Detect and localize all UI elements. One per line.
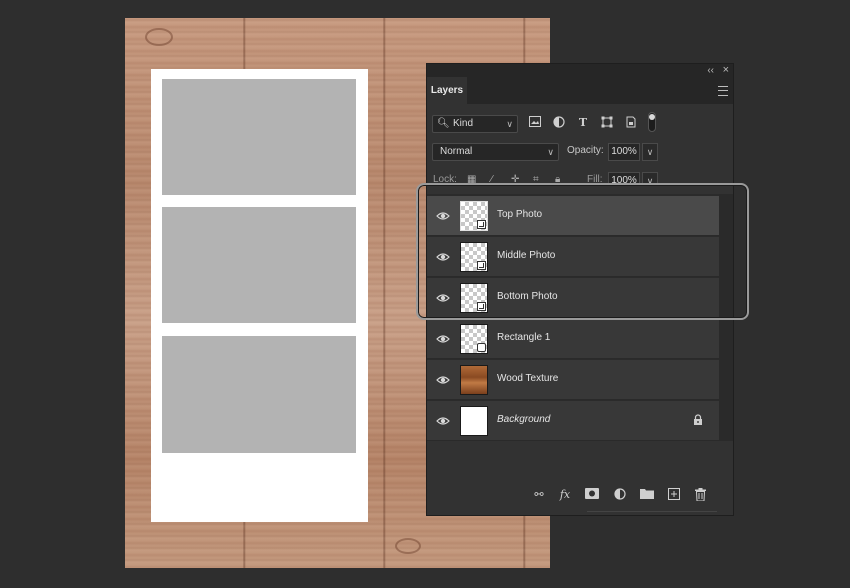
lock-icon[interactable]	[693, 414, 703, 428]
smart-object-filter-icon[interactable]	[624, 116, 638, 130]
middle-photo-placeholder	[162, 207, 356, 323]
link-icon[interactable]: ⚯	[531, 488, 547, 502]
close-icon[interactable]: ×	[723, 64, 729, 77]
eye-icon[interactable]	[436, 414, 450, 428]
kind-filter-select[interactable]: 🔍︎ Kind ∨	[432, 115, 518, 133]
layer-row-rectangle-1[interactable]: Rectangle 1	[427, 319, 719, 359]
pixel-filter-icon[interactable]	[528, 116, 542, 130]
top-photo-placeholder	[162, 79, 356, 195]
shape-layer-badge-icon	[477, 343, 486, 352]
wood-knot	[145, 28, 173, 46]
opacity-label: Opacity:	[567, 145, 604, 156]
search-icon: 🔍︎	[437, 118, 450, 129]
bottom-photo-placeholder	[162, 336, 356, 453]
layer-name[interactable]: Rectangle 1	[497, 332, 550, 343]
tab-layers[interactable]: Layers	[427, 77, 467, 104]
collapse-icon[interactable]: ‹‹	[707, 64, 714, 77]
chevron-down-icon: ∨	[547, 147, 554, 157]
panel-footer-divider	[587, 511, 717, 512]
layer-thumbnail[interactable]	[460, 324, 488, 354]
layer-name[interactable]: Wood Texture	[497, 373, 558, 384]
fx-icon[interactable]: fx	[557, 488, 573, 502]
blend-mode-select[interactable]: Normal ∨	[432, 143, 559, 161]
layer-name[interactable]: Background	[497, 414, 550, 425]
filter-toggle-switch[interactable]	[648, 112, 656, 132]
layer-row-background[interactable]: Background	[427, 401, 719, 441]
kind-filter-label: Kind	[453, 118, 474, 129]
panel-titlebar: ‹‹ ×	[427, 64, 733, 77]
type-filter-icon[interactable]: T	[576, 116, 590, 130]
adjustment-filter-icon[interactable]	[552, 116, 566, 130]
eye-icon[interactable]	[436, 373, 450, 387]
eye-icon[interactable]	[436, 332, 450, 346]
photo-strip	[151, 69, 368, 522]
blend-mode-value: Normal	[440, 146, 473, 157]
opacity-dropdown-button[interactable]: ∨	[642, 143, 658, 161]
mask-icon[interactable]	[584, 488, 600, 502]
highlight-frame	[416, 183, 749, 320]
wood-knot	[395, 538, 421, 554]
opacity-input[interactable]: 100%	[608, 143, 640, 161]
layers-bottom-toolbar: ⚯ fx	[427, 481, 733, 509]
layer-thumbnail[interactable]	[460, 406, 488, 436]
adjustment-icon[interactable]	[612, 488, 628, 502]
new-layer-icon[interactable]	[666, 488, 682, 502]
layer-thumbnail[interactable]	[460, 365, 488, 395]
chevron-down-icon: ∨	[506, 119, 513, 129]
panel-menu-icon[interactable]	[718, 86, 728, 96]
trash-icon[interactable]	[692, 488, 708, 502]
shape-filter-icon[interactable]	[600, 116, 614, 130]
folder-icon[interactable]	[639, 488, 655, 502]
tab-bar: Layers	[427, 77, 733, 104]
layer-row-wood-texture[interactable]: Wood Texture	[427, 360, 719, 400]
